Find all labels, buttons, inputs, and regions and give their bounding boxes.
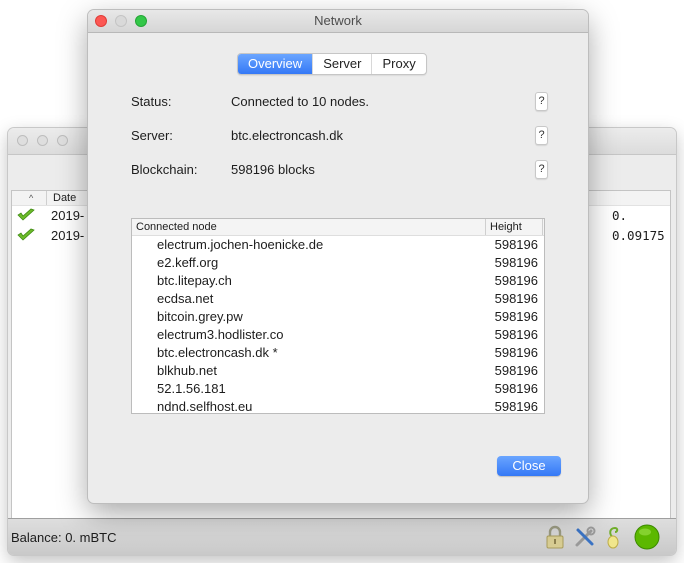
status-bar: Balance: 0. mBTC xyxy=(8,518,676,555)
server-value: btc.electroncash.dk xyxy=(231,128,344,143)
column-header-date[interactable]: Date xyxy=(46,191,76,205)
table-row[interactable]: btc.litepay.ch 598196 xyxy=(132,272,544,290)
seed-icon[interactable] xyxy=(601,525,625,549)
server-label: Server: xyxy=(131,128,173,143)
tools-icon[interactable] xyxy=(573,525,597,549)
table-row[interactable]: 52.1.56.181 598196 xyxy=(132,380,544,398)
node-height: 598196 xyxy=(494,363,538,378)
tab-proxy[interactable]: Proxy xyxy=(372,54,425,74)
node-name: ecdsa.net xyxy=(157,291,214,306)
blockchain-value: 598196 blocks xyxy=(231,162,315,177)
node-name: electrum3.hodlister.co xyxy=(157,327,284,342)
column-header-height[interactable]: Height xyxy=(485,219,543,235)
check-icon xyxy=(17,208,35,221)
node-height: 598196 xyxy=(494,345,538,360)
status-help-button[interactable]: ? xyxy=(535,92,548,111)
close-button[interactable]: Close xyxy=(497,456,561,476)
status-label: Status: xyxy=(131,94,172,109)
tx-amount: 0. xyxy=(612,208,628,223)
table-row[interactable]: ndnd.selfhost.eu 598196 xyxy=(132,398,544,414)
dialog-titlebar: Network xyxy=(88,10,588,33)
dialog-title: Network xyxy=(314,13,362,28)
node-name: 52.1.56.181 xyxy=(157,381,226,396)
server-help-button[interactable]: ? xyxy=(535,126,548,145)
tx-amount: 0.09175 xyxy=(612,228,665,243)
blockchain-help-button[interactable]: ? xyxy=(535,160,548,179)
column-header-connected-node[interactable]: Connected node xyxy=(136,219,217,235)
check-icon xyxy=(17,228,35,241)
node-name: bitcoin.grey.pw xyxy=(157,309,243,324)
table-row[interactable]: bitcoin.grey.pw 598196 xyxy=(132,308,544,326)
node-height: 598196 xyxy=(494,327,538,342)
nodes-table-header: Connected node Height xyxy=(132,219,544,236)
node-name: e2.keff.org xyxy=(157,255,219,270)
tab-server[interactable]: Server xyxy=(313,54,373,74)
node-name: blkhub.net xyxy=(157,363,217,378)
node-name: btc.litepay.ch xyxy=(157,273,232,288)
node-height: 598196 xyxy=(494,237,538,252)
network-dialog: Network Overview Server Proxy Status: Co… xyxy=(88,10,588,503)
node-height: 598196 xyxy=(494,291,538,306)
status-value: Connected to 10 nodes. xyxy=(231,94,370,109)
node-name: btc.electroncash.dk * xyxy=(157,345,278,360)
node-height: 598196 xyxy=(494,309,538,324)
tab-overview[interactable]: Overview xyxy=(238,54,314,74)
network-status-icon[interactable] xyxy=(634,524,660,550)
node-height: 598196 xyxy=(494,255,538,270)
node-name: ndnd.selfhost.eu xyxy=(157,399,253,414)
connected-nodes-table[interactable]: Connected node Height electrum.jochen-ho… xyxy=(131,218,545,414)
tx-date: 2019- xyxy=(51,228,85,243)
node-height: 598196 xyxy=(494,273,538,288)
nodes-list: electrum.jochen-hoenicke.de 598196 e2.keff… xyxy=(132,236,544,414)
table-row[interactable]: electrum3.hodlister.co 598196 xyxy=(132,326,544,344)
node-height: 598196 xyxy=(494,381,538,396)
balance-label: Balance: 0. mBTC xyxy=(11,530,117,545)
node-height: 598196 xyxy=(494,399,538,414)
main-minimize-button[interactable] xyxy=(37,135,48,146)
table-row[interactable]: blkhub.net 598196 xyxy=(132,362,544,380)
table-row[interactable]: e2.keff.org 598196 xyxy=(132,254,544,272)
table-row[interactable]: electrum.jochen-hoenicke.de 598196 xyxy=(132,236,544,254)
main-maximize-button[interactable] xyxy=(57,135,68,146)
tx-date: 2019- xyxy=(51,208,85,223)
node-name: electrum.jochen-hoenicke.de xyxy=(157,237,324,252)
sort-indicator[interactable]: ^ xyxy=(29,191,33,205)
table-row[interactable]: btc.electroncash.dk * 598196 xyxy=(132,344,544,362)
main-close-button[interactable] xyxy=(17,135,28,146)
blockchain-label: Blockchain: xyxy=(131,162,198,177)
tab-bar: Overview Server Proxy xyxy=(237,53,427,75)
table-row[interactable]: ecdsa.net 598196 xyxy=(132,290,544,308)
lock-icon[interactable] xyxy=(543,525,567,549)
